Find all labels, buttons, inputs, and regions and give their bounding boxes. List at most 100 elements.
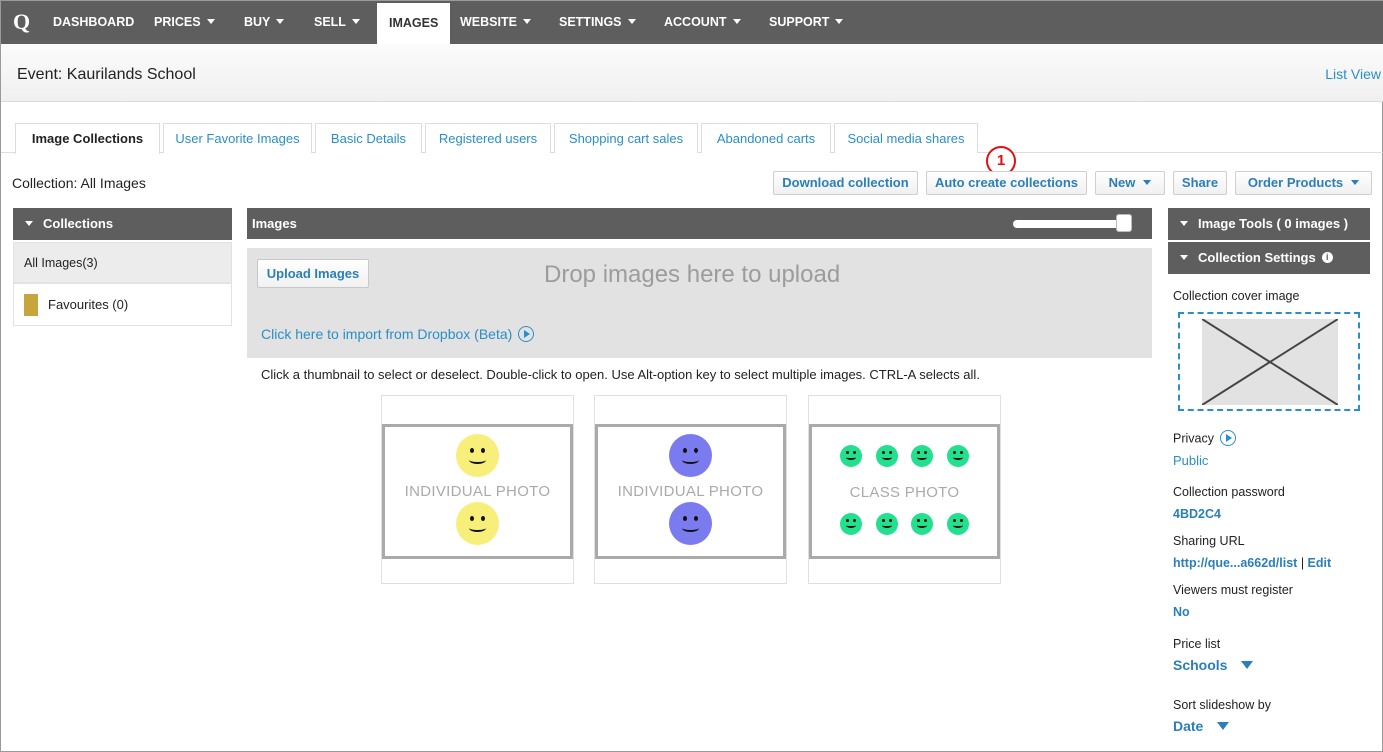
- info-icon[interactable]: i: [1321, 252, 1333, 264]
- tab-registered-users[interactable]: Registered users: [425, 123, 551, 153]
- nav-website[interactable]: WEBSITE: [460, 1, 531, 44]
- image-placeholder-icon: [1201, 318, 1339, 406]
- zoom-slider-track[interactable]: [1013, 220, 1129, 228]
- chevron-down-icon: [732, 19, 741, 25]
- share-button[interactable]: Share: [1173, 171, 1227, 195]
- play-circle-icon: [518, 326, 535, 343]
- zoom-slider-handle[interactable]: [1116, 214, 1132, 232]
- thumbnail-label: INDIVIDUAL PHOTO: [617, 483, 764, 500]
- caret-down-icon: [1180, 221, 1188, 227]
- caret-down-icon: [1241, 661, 1254, 670]
- nav-website-label: WEBSITE: [460, 15, 517, 29]
- image-thumbnail[interactable]: INDIVIDUAL PHOTO: [594, 395, 787, 584]
- dropbox-import-label: Click here to import from Dropbox (Beta): [261, 326, 513, 342]
- privacy-value-link[interactable]: Public: [1173, 453, 1208, 468]
- order-products-button[interactable]: Order Products: [1235, 171, 1372, 195]
- caret-down-icon: [25, 221, 33, 227]
- list-view-link[interactable]: List View: [1325, 66, 1381, 82]
- chevron-down-icon: [627, 19, 636, 25]
- tab-user-favorite-images[interactable]: User Favorite Images: [163, 123, 312, 153]
- collections-header[interactable]: Collections: [13, 208, 232, 240]
- folder-swatch-icon: [24, 294, 38, 316]
- privacy-label: Privacy: [1173, 430, 1236, 447]
- thumbnail-frame: INDIVIDUAL PHOTO: [595, 424, 786, 559]
- tab-basic-details[interactable]: Basic Details: [315, 123, 422, 153]
- tab-abandoned-carts[interactable]: Abandoned carts: [701, 123, 831, 153]
- nav-sell-label: SELL: [314, 15, 346, 29]
- chevron-down-icon: [351, 19, 360, 25]
- smiley-face-icon: [876, 445, 898, 467]
- smiley-face-icon: [669, 434, 712, 477]
- page-title: Event: Kaurilands School: [17, 66, 196, 83]
- nav-account[interactable]: ACCOUNT: [664, 1, 741, 44]
- nav-buy[interactable]: BUY: [244, 1, 285, 44]
- price-list-value: Schools: [1173, 657, 1228, 673]
- smiley-face-icon: [669, 502, 712, 545]
- viewers-register-label: Viewers must register: [1173, 583, 1293, 597]
- nav-dashboard-label: DASHBOARD: [53, 15, 135, 29]
- cover-image-label: Collection cover image: [1173, 289, 1300, 303]
- tab-shopping-cart-sales[interactable]: Shopping cart sales: [554, 123, 698, 153]
- smiley-face-icon: [456, 434, 499, 477]
- download-collection-button[interactable]: Download collection: [773, 171, 918, 195]
- tab-social-media-shares[interactable]: Social media shares: [834, 123, 978, 153]
- smiley-face-icon: [876, 513, 898, 535]
- price-list-label: Price list: [1173, 637, 1221, 651]
- thumbnail-frame: CLASS PHOTO: [809, 424, 1000, 559]
- nav-settings[interactable]: SETTINGS: [559, 1, 636, 44]
- thumbnail-label: INDIVIDUAL PHOTO: [404, 483, 551, 500]
- nav-dashboard[interactable]: DASHBOARD: [53, 1, 134, 44]
- nav-sell[interactable]: SELL: [314, 1, 360, 44]
- smiley-face-icon: [840, 445, 862, 467]
- auto-create-collections-button[interactable]: Auto create collections: [926, 171, 1087, 195]
- upload-images-button[interactable]: Upload Images: [257, 259, 369, 288]
- sharing-separator: |: [1300, 556, 1305, 570]
- smiley-face-icon: [947, 445, 969, 467]
- nav-buy-label: BUY: [244, 15, 271, 29]
- image-thumbnail[interactable]: CLASS PHOTO: [808, 395, 1001, 584]
- new-button-label: New: [1108, 175, 1136, 190]
- nav-prices[interactable]: PRICES: [154, 1, 215, 44]
- thumbnail-frame: INDIVIDUAL PHOTO: [382, 424, 573, 559]
- smiley-face-icon: [456, 502, 499, 545]
- sharing-url-link[interactable]: http://que...a662d/list: [1173, 556, 1297, 570]
- nav-account-label: ACCOUNT: [664, 15, 727, 29]
- nav-support-label: SUPPORT: [769, 15, 830, 29]
- sharing-url-label: Sharing URL: [1173, 534, 1245, 548]
- sort-slideshow-label: Sort slideshow by: [1173, 698, 1271, 712]
- smiley-face-icon: [911, 445, 933, 467]
- sharing-edit-link[interactable]: Edit: [1308, 556, 1332, 570]
- image-tools-header[interactable]: Image Tools ( 0 images ): [1168, 208, 1370, 240]
- password-value[interactable]: 4BD2C4: [1173, 507, 1221, 521]
- smiley-face-icon: [947, 513, 969, 535]
- smiley-face-icon: [911, 513, 933, 535]
- tab-image-collections[interactable]: Image Collections: [15, 123, 160, 154]
- sharing-url-row: http://que...a662d/list | Edit: [1173, 556, 1331, 570]
- sort-slideshow-dropdown[interactable]: Date: [1173, 718, 1230, 734]
- caret-down-icon: [1217, 722, 1230, 731]
- dropbox-import-link[interactable]: Click here to import from Dropbox (Beta): [261, 326, 535, 343]
- logo[interactable]: Q: [13, 9, 30, 35]
- image-thumbnail[interactable]: INDIVIDUAL PHOTO: [381, 395, 574, 584]
- thumbnail-label: CLASS PHOTO: [849, 484, 960, 501]
- tab-bar: Image Collections User Favorite Images B…: [1, 123, 1383, 154]
- collections-heading: Collections: [43, 216, 114, 231]
- price-list-dropdown[interactable]: Schools: [1173, 657, 1254, 673]
- play-circle-icon[interactable]: [1219, 430, 1236, 446]
- collection-item-all-images[interactable]: All Images(3): [13, 242, 232, 283]
- image-tools-heading: Image Tools ( 0 images ): [1198, 216, 1349, 231]
- cover-image-dropzone[interactable]: [1178, 312, 1360, 411]
- page-header: Event: Kaurilands School List View: [1, 44, 1383, 102]
- collection-settings-heading: Collection Settings: [1198, 250, 1316, 265]
- new-button[interactable]: New: [1095, 171, 1165, 195]
- collection-settings-header[interactable]: Collection Settings i: [1168, 242, 1370, 274]
- drop-zone-text: Drop images here to upload: [544, 261, 841, 288]
- chevron-down-icon: [206, 19, 215, 25]
- password-label: Collection password: [1173, 485, 1285, 499]
- chevron-down-icon: [1143, 180, 1152, 186]
- nav-support[interactable]: SUPPORT: [769, 1, 844, 44]
- chevron-down-icon: [1351, 180, 1360, 186]
- nav-images[interactable]: IMAGES: [377, 3, 451, 44]
- collection-item-favourites[interactable]: Favourites (0): [13, 283, 232, 326]
- viewers-register-value[interactable]: No: [1173, 605, 1190, 619]
